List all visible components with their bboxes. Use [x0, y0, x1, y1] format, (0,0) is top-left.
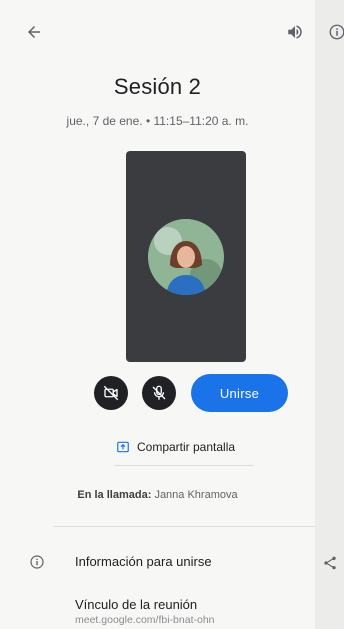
participant-photo [148, 219, 224, 295]
info-icon [27, 552, 47, 572]
back-button[interactable] [22, 20, 46, 44]
join-button[interactable]: Unirse [191, 374, 288, 412]
meeting-link-label: Vínculo de la reunión [75, 597, 198, 612]
present-screen-button[interactable]: Compartir pantalla [116, 440, 235, 454]
audio-output-button[interactable] [283, 20, 307, 44]
share-icon[interactable] [319, 552, 341, 574]
meeting-datetime: jue., 7 de ene. • 11:15–11:20 a. m. [66, 114, 249, 128]
meeting-info-button[interactable] [325, 20, 344, 44]
present-screen-label: Compartir pantalla [137, 440, 236, 454]
meeting-title: Sesión 2 [113, 74, 202, 99]
speaker-icon [288, 25, 302, 39]
side-panel-edge [315, 0, 344, 629]
info-icon [329, 24, 344, 40]
divider [54, 526, 315, 527]
present-screen-icon [117, 441, 129, 453]
meeting-link[interactable]: meet.google.com/fbi-bnat-ohn [75, 614, 215, 626]
in-call-names: Janna Khramova [154, 489, 238, 501]
mic-off-icon [152, 385, 166, 400]
microphone-toggle-button[interactable] [142, 376, 176, 410]
camera-off-icon [103, 385, 119, 401]
camera-toggle-button[interactable] [94, 376, 128, 410]
in-call-label: En la llamada: [77, 489, 152, 501]
avatar [148, 219, 224, 295]
participants-in-call: En la llamada: Janna Khramova [0, 489, 315, 501]
join-info-heading: Información para unirse [75, 554, 212, 569]
divider [114, 465, 254, 466]
arrow-left-icon [28, 26, 40, 38]
